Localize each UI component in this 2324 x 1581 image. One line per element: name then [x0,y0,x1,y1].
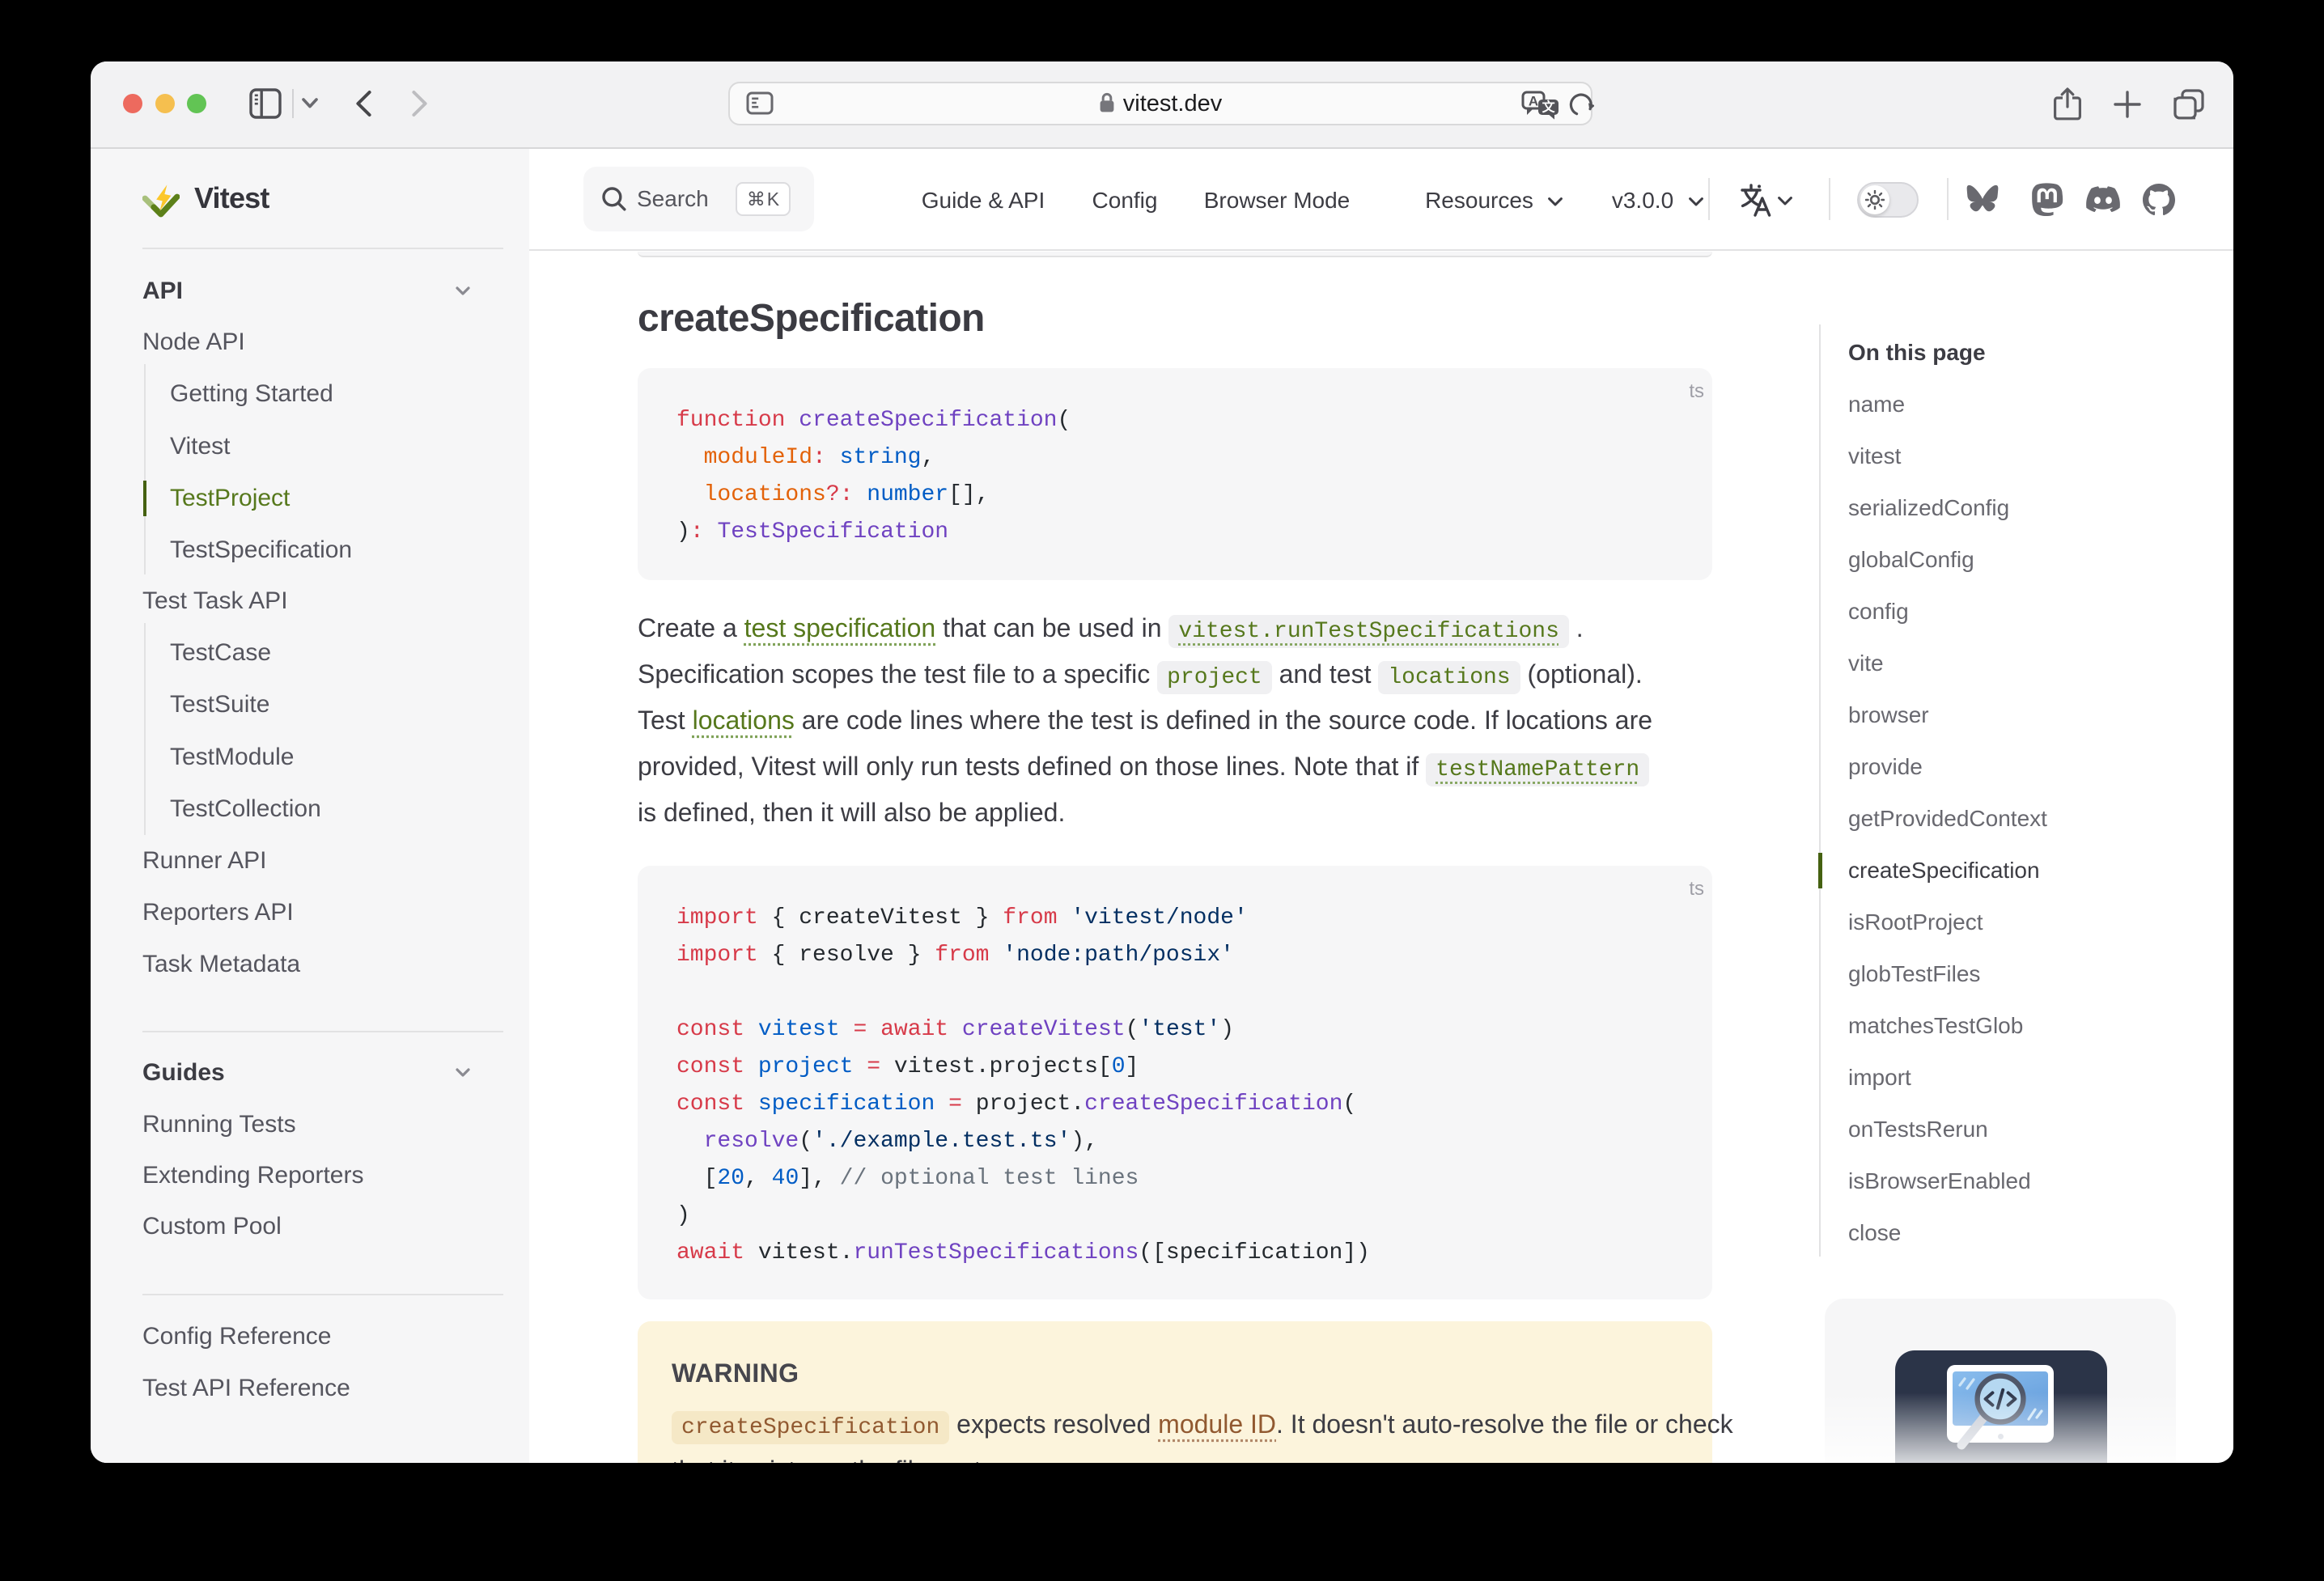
svg-text:文: 文 [1542,100,1556,115]
svg-text:A: A [1529,94,1538,109]
